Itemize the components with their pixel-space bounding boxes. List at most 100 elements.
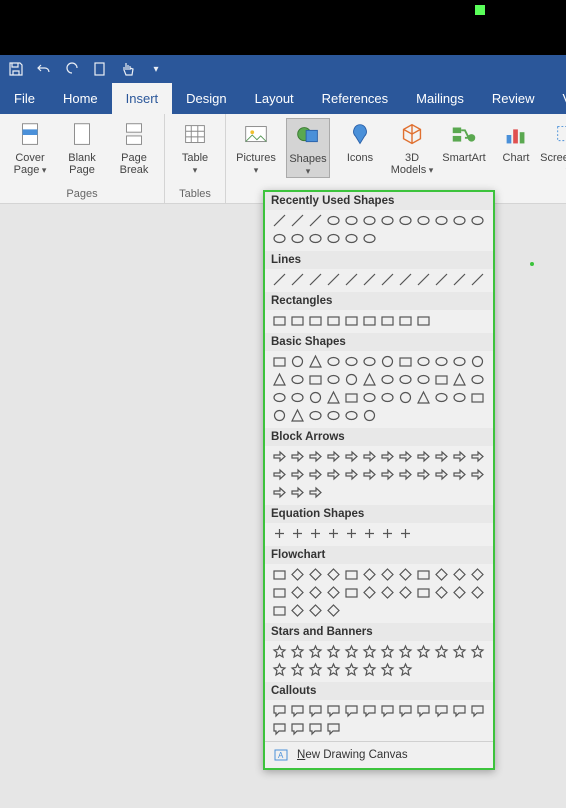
shape-basic-9[interactable] (433, 353, 450, 370)
shape-recently_used-4[interactable] (343, 212, 360, 229)
shape-basic-19[interactable] (397, 371, 414, 388)
shape-callouts-11[interactable] (469, 702, 486, 719)
shape-basic-32[interactable] (415, 389, 432, 406)
shape-stars-14[interactable] (307, 661, 324, 678)
shape-stars-0[interactable] (271, 643, 288, 660)
shape-flowchart-12[interactable] (271, 584, 288, 601)
shape-block_arrows-2[interactable] (307, 448, 324, 465)
pictures-button[interactable]: Pictures▾ (234, 118, 278, 176)
shape-callouts-2[interactable] (307, 702, 324, 719)
shape-recently_used-11[interactable] (469, 212, 486, 229)
shape-basic-26[interactable] (307, 389, 324, 406)
shape-lines-10[interactable] (451, 271, 468, 288)
shape-recently_used-5[interactable] (361, 212, 378, 229)
shape-flowchart-0[interactable] (271, 566, 288, 583)
shape-basic-28[interactable] (343, 389, 360, 406)
tab-view[interactable]: View (548, 83, 566, 114)
shape-basic-12[interactable] (271, 371, 288, 388)
shape-callouts-14[interactable] (307, 720, 324, 737)
shape-recently_used-6[interactable] (379, 212, 396, 229)
3d-models-button[interactable]: 3D Models ▾ (390, 118, 434, 176)
shape-basic-17[interactable] (361, 371, 378, 388)
shape-recently_used-1[interactable] (289, 212, 306, 229)
shape-callouts-13[interactable] (289, 720, 306, 737)
shape-callouts-1[interactable] (289, 702, 306, 719)
shape-block_arrows-8[interactable] (415, 448, 432, 465)
shape-equation-2[interactable] (307, 525, 324, 542)
shape-recently_used-13[interactable] (289, 230, 306, 247)
shape-flowchart-17[interactable] (361, 584, 378, 601)
shape-basic-27[interactable] (325, 389, 342, 406)
shape-basic-30[interactable] (379, 389, 396, 406)
shape-block_arrows-15[interactable] (325, 466, 342, 483)
shape-basic-38[interactable] (307, 407, 324, 424)
shape-basic-5[interactable] (361, 353, 378, 370)
shape-stars-3[interactable] (325, 643, 342, 660)
shape-lines-3[interactable] (325, 271, 342, 288)
shape-recently_used-0[interactable] (271, 212, 288, 229)
shape-rectangles-6[interactable] (379, 312, 396, 329)
shape-lines-2[interactable] (307, 271, 324, 288)
shape-stars-19[interactable] (397, 661, 414, 678)
screenshot-button[interactable]: Screenshot▾ (546, 118, 566, 176)
shape-flowchart-2[interactable] (307, 566, 324, 583)
tab-home[interactable]: Home (49, 83, 112, 114)
shape-callouts-5[interactable] (361, 702, 378, 719)
shape-rectangles-2[interactable] (307, 312, 324, 329)
shape-block_arrows-3[interactable] (325, 448, 342, 465)
shape-stars-18[interactable] (379, 661, 396, 678)
shape-lines-7[interactable] (397, 271, 414, 288)
shape-stars-5[interactable] (361, 643, 378, 660)
shape-basic-1[interactable] (289, 353, 306, 370)
shape-block_arrows-14[interactable] (307, 466, 324, 483)
touch-mode-icon[interactable] (120, 61, 136, 77)
shape-flowchart-27[interactable] (325, 602, 342, 619)
shape-flowchart-23[interactable] (469, 584, 486, 601)
shape-flowchart-8[interactable] (415, 566, 432, 583)
shape-rectangles-7[interactable] (397, 312, 414, 329)
shape-block_arrows-22[interactable] (451, 466, 468, 483)
shape-stars-16[interactable] (343, 661, 360, 678)
shape-basic-2[interactable] (307, 353, 324, 370)
shape-flowchart-24[interactable] (271, 602, 288, 619)
shape-equation-6[interactable] (379, 525, 396, 542)
shape-basic-7[interactable] (397, 353, 414, 370)
shape-block_arrows-24[interactable] (271, 484, 288, 501)
shape-callouts-15[interactable] (325, 720, 342, 737)
shape-flowchart-10[interactable] (451, 566, 468, 583)
blank-page-button[interactable]: Blank Page (60, 118, 104, 176)
shape-recently_used-7[interactable] (397, 212, 414, 229)
shape-flowchart-19[interactable] (397, 584, 414, 601)
shape-flowchart-6[interactable] (379, 566, 396, 583)
shape-basic-4[interactable] (343, 353, 360, 370)
shape-block_arrows-4[interactable] (343, 448, 360, 465)
shape-block_arrows-5[interactable] (361, 448, 378, 465)
shape-lines-4[interactable] (343, 271, 360, 288)
shape-basic-29[interactable] (361, 389, 378, 406)
page-break-button[interactable]: Page Break (112, 118, 156, 176)
shape-recently_used-9[interactable] (433, 212, 450, 229)
icons-button[interactable]: Icons (338, 118, 382, 164)
shape-block_arrows-11[interactable] (469, 448, 486, 465)
shape-block_arrows-6[interactable] (379, 448, 396, 465)
shape-block_arrows-21[interactable] (433, 466, 450, 483)
shape-recently_used-2[interactable] (307, 212, 324, 229)
shape-block_arrows-12[interactable] (271, 466, 288, 483)
shape-block_arrows-10[interactable] (451, 448, 468, 465)
tab-file[interactable]: File (0, 83, 49, 114)
shape-equation-5[interactable] (361, 525, 378, 542)
shape-callouts-3[interactable] (325, 702, 342, 719)
shape-flowchart-20[interactable] (415, 584, 432, 601)
shape-flowchart-4[interactable] (343, 566, 360, 583)
shape-stars-4[interactable] (343, 643, 360, 660)
shape-basic-22[interactable] (451, 371, 468, 388)
shape-basic-35[interactable] (469, 389, 486, 406)
shape-block_arrows-20[interactable] (415, 466, 432, 483)
new-drawing-canvas[interactable]: A New Drawing Canvas (265, 741, 493, 768)
shape-basic-20[interactable] (415, 371, 432, 388)
shape-flowchart-9[interactable] (433, 566, 450, 583)
shape-flowchart-1[interactable] (289, 566, 306, 583)
shape-block_arrows-26[interactable] (307, 484, 324, 501)
shape-stars-15[interactable] (325, 661, 342, 678)
shape-callouts-0[interactable] (271, 702, 288, 719)
